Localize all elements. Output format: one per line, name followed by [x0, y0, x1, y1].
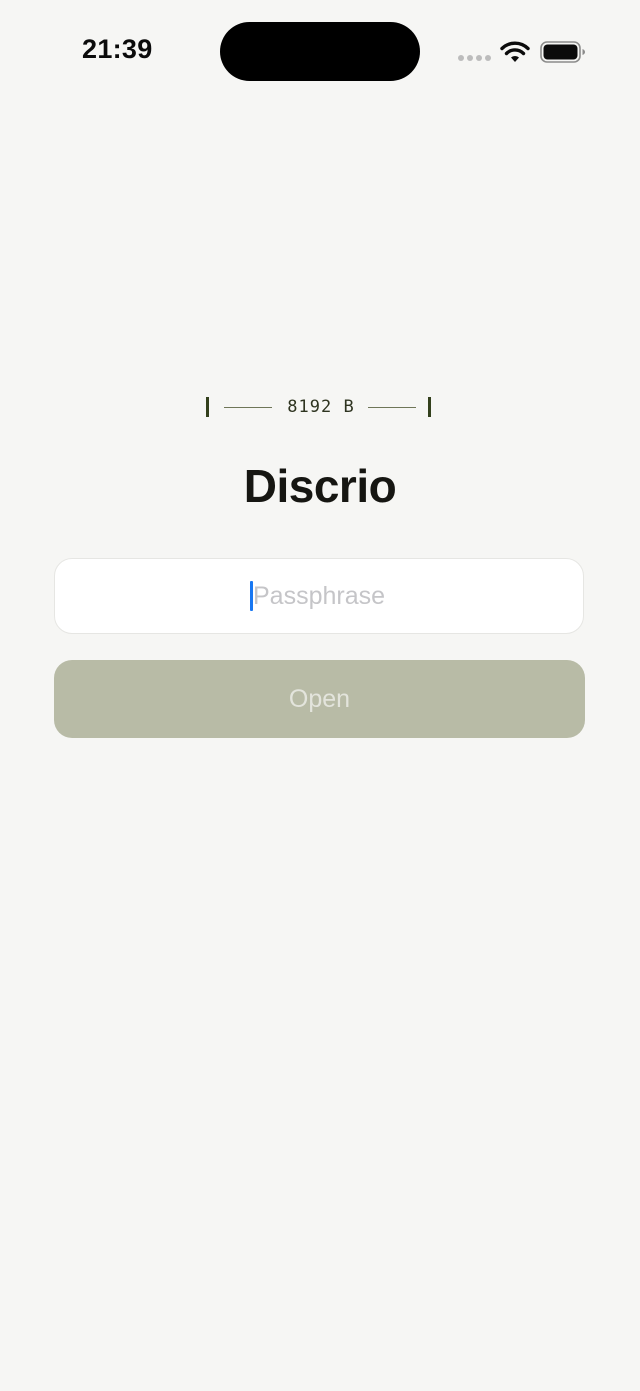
size-indicator-left-rule — [224, 407, 272, 408]
size-label: 8192 B — [287, 397, 355, 417]
size-indicator: 8192 B — [206, 396, 434, 420]
passphrase-input[interactable] — [55, 559, 583, 633]
passphrase-field[interactable] — [54, 558, 584, 634]
dynamic-island — [220, 22, 420, 81]
size-indicator-right-rule — [368, 407, 416, 408]
status-time: 21:39 — [82, 34, 153, 64]
wifi-icon — [500, 41, 530, 62]
text-cursor — [250, 581, 253, 611]
size-indicator-right-bracket — [428, 397, 431, 417]
status-bar: 21:39 — [0, 0, 640, 100]
cellular-signal-icon — [458, 55, 492, 61]
size-indicator-left-bracket — [206, 397, 209, 417]
open-button[interactable]: Open — [54, 660, 585, 738]
battery-icon — [540, 41, 585, 63]
app-title: Discrio — [243, 460, 397, 512]
